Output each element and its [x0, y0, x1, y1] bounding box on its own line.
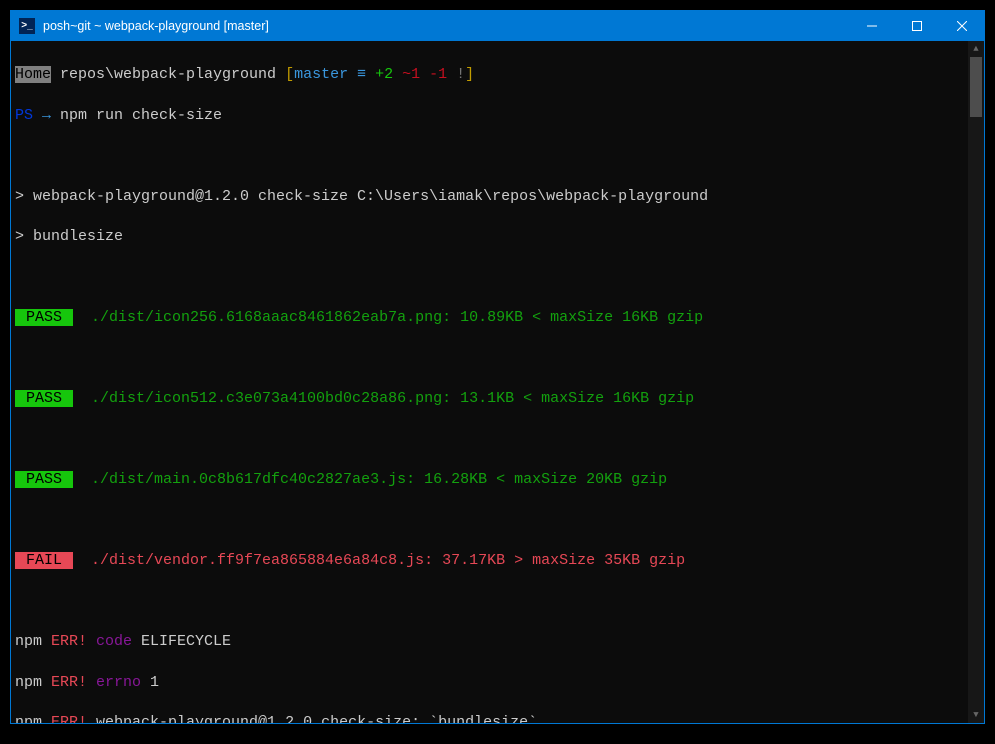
- result-line: ./dist/icon256.6168aaac8461862eab7a.png:…: [73, 309, 703, 326]
- maximize-icon: [912, 21, 922, 31]
- prompt-added: +2: [375, 66, 393, 83]
- prompt-path: repos\webpack-playground: [51, 66, 285, 83]
- terminal-window: >_ posh~git ~ webpack-playground [master…: [10, 10, 985, 724]
- scrollbar[interactable]: ▲ ▼: [968, 41, 984, 723]
- terminal-output[interactable]: Home repos\webpack-playground [master ≡ …: [11, 41, 968, 723]
- prompt-branch: master: [294, 66, 348, 83]
- ps-label: PS: [15, 107, 33, 124]
- prompt-home: Home: [15, 66, 51, 83]
- err-label: ERR!: [42, 714, 87, 723]
- minimize-button[interactable]: [849, 11, 894, 41]
- titlebar[interactable]: >_ posh~git ~ webpack-playground [master…: [11, 11, 984, 41]
- err-text: errno: [87, 674, 141, 691]
- maximize-button[interactable]: [894, 11, 939, 41]
- minimize-icon: [867, 21, 877, 31]
- result-line: ./dist/icon512.c3e073a4100bd0c28a86.png:…: [73, 390, 694, 407]
- scroll-thumb[interactable]: [970, 57, 982, 117]
- terminal-area: Home repos\webpack-playground [master ≡ …: [11, 41, 984, 723]
- scroll-up-icon[interactable]: ▲: [968, 41, 984, 57]
- prompt-modified: ~1: [393, 66, 429, 83]
- prompt-rbracket: ]: [465, 66, 474, 83]
- pass-badge: PASS: [15, 390, 73, 407]
- close-button[interactable]: [939, 11, 984, 41]
- err-text: code: [87, 633, 132, 650]
- close-icon: [957, 21, 967, 31]
- fail-badge: FAIL: [15, 552, 73, 569]
- window-title: posh~git ~ webpack-playground [master]: [43, 18, 269, 35]
- err-label: ERR!: [42, 674, 87, 691]
- npm-header: > webpack-playground@1.2.0 check-size C:…: [15, 187, 962, 207]
- pass-badge: PASS: [15, 471, 73, 488]
- result-line: ./dist/vendor.ff9f7ea865884e6a84c8.js: 3…: [73, 552, 685, 569]
- npm-label: npm: [15, 714, 42, 723]
- prompt-lbracket: [: [285, 66, 294, 83]
- err-text: webpack-playground@1.2.0 check-size: `bu…: [87, 714, 537, 723]
- scroll-down-icon[interactable]: ▼: [968, 707, 984, 723]
- npm-label: npm: [15, 633, 42, 650]
- err-label: ERR!: [42, 633, 87, 650]
- ps-arrow: →: [33, 107, 60, 124]
- npm-header: > bundlesize: [15, 227, 962, 247]
- npm-label: npm: [15, 674, 42, 691]
- err-text: ELIFECYCLE: [132, 633, 231, 650]
- err-text: 1: [141, 674, 159, 691]
- prompt-bang: !: [447, 66, 465, 83]
- command: npm run check-size: [60, 107, 222, 124]
- app-icon: >_: [19, 18, 35, 34]
- result-line: ./dist/main.0c8b617dfc40c2827ae3.js: 16.…: [73, 471, 667, 488]
- pass-badge: PASS: [15, 309, 73, 326]
- prompt-equiv: ≡: [348, 66, 375, 83]
- prompt-deleted: -1: [429, 66, 447, 83]
